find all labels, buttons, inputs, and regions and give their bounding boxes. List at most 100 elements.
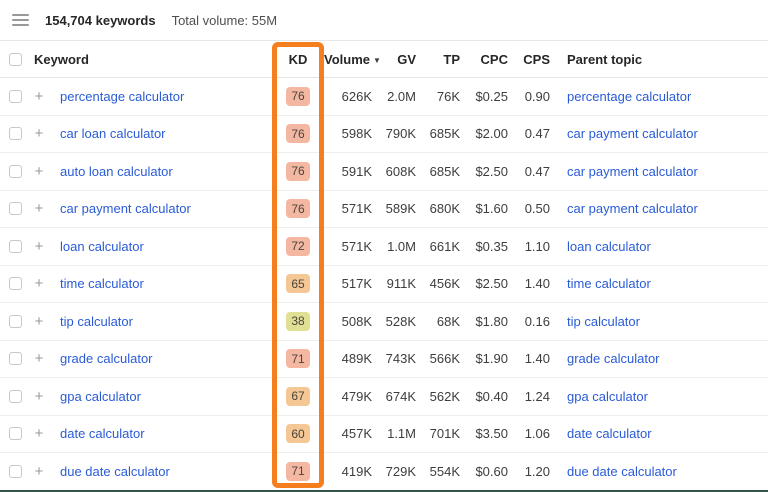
header-gv[interactable]: GV (372, 52, 416, 67)
parent-topic-link[interactable]: loan calculator (567, 239, 651, 254)
row-checkbox-cell (0, 240, 26, 253)
row-checkbox[interactable] (9, 202, 22, 215)
expand-row-button[interactable]: + (26, 463, 52, 480)
expand-row-button[interactable]: + (26, 163, 52, 180)
header-cpc[interactable]: CPC (460, 52, 508, 67)
parent-topic-link[interactable]: gpa calculator (567, 389, 648, 404)
table-header-row: Keyword KD Volume▼ GV TP CPC CPS Parent … (0, 41, 768, 78)
volume-cell: 598K (322, 126, 372, 141)
parent-topic-cell: car payment calculator (550, 201, 768, 216)
kd-badge: 60 (286, 424, 310, 443)
expand-row-button[interactable]: + (26, 388, 52, 405)
tp-cell: 456K (416, 276, 460, 291)
parent-topic-link[interactable]: grade calculator (567, 351, 660, 366)
keyword-cell: car loan calculator (52, 126, 274, 141)
plus-icon: + (35, 388, 44, 405)
tp-cell: 701K (416, 426, 460, 441)
cps-cell: 1.20 (508, 464, 550, 479)
expand-row-button[interactable]: + (26, 313, 52, 330)
plus-icon: + (35, 350, 44, 367)
header-volume[interactable]: Volume▼ (322, 52, 372, 67)
gv-cell: 528K (372, 314, 416, 329)
header-cps[interactable]: CPS (508, 52, 550, 67)
keyword-link[interactable]: gpa calculator (60, 389, 141, 404)
row-checkbox[interactable] (9, 427, 22, 440)
volume-cell: 517K (322, 276, 372, 291)
parent-topic-link[interactable]: car payment calculator (567, 201, 698, 216)
parent-topic-link[interactable]: percentage calculator (567, 89, 691, 104)
row-checkbox[interactable] (9, 165, 22, 178)
kd-badge: 76 (286, 124, 310, 143)
tp-cell: 562K (416, 389, 460, 404)
keyword-link[interactable]: car payment calculator (60, 201, 191, 216)
cpc-cell: $0.40 (460, 389, 508, 404)
expand-row-button[interactable]: + (26, 88, 52, 105)
row-checkbox[interactable] (9, 240, 22, 253)
keyword-link[interactable]: percentage calculator (60, 89, 184, 104)
volume-cell: 571K (322, 201, 372, 216)
cpc-cell: $2.50 (460, 276, 508, 291)
header-keyword[interactable]: Keyword (26, 52, 274, 67)
parent-topic-cell: car payment calculator (550, 164, 768, 179)
parent-topic-link[interactable]: due date calculator (567, 464, 677, 479)
cps-cell: 0.50 (508, 201, 550, 216)
gv-cell: 743K (372, 351, 416, 366)
kd-badge: 71 (286, 462, 310, 481)
table-row: + loan calculator 72 571K 1.0M 661K $0.3… (0, 228, 768, 266)
keyword-link[interactable]: grade calculator (60, 351, 153, 366)
kd-cell: 60 (274, 424, 322, 443)
row-checkbox[interactable] (9, 277, 22, 290)
row-checkbox[interactable] (9, 465, 22, 478)
parent-topic-link[interactable]: car payment calculator (567, 164, 698, 179)
row-checkbox[interactable] (9, 315, 22, 328)
parent-topic-link[interactable]: date calculator (567, 426, 652, 441)
parent-topic-cell: due date calculator (550, 464, 768, 479)
keyword-link[interactable]: due date calculator (60, 464, 170, 479)
menu-icon[interactable] (12, 14, 29, 26)
keyword-cell: percentage calculator (52, 89, 274, 104)
header-kd[interactable]: KD (274, 52, 322, 67)
kd-cell: 71 (274, 462, 322, 481)
kd-cell: 76 (274, 199, 322, 218)
expand-row-button[interactable]: + (26, 200, 52, 217)
row-checkbox[interactable] (9, 390, 22, 403)
expand-row-button[interactable]: + (26, 125, 52, 142)
cpc-cell: $0.25 (460, 89, 508, 104)
kd-cell: 76 (274, 87, 322, 106)
row-checkbox-cell (0, 90, 26, 103)
parent-topic-link[interactable]: car payment calculator (567, 126, 698, 141)
keyword-link[interactable]: date calculator (60, 426, 145, 441)
volume-cell: 508K (322, 314, 372, 329)
keyword-cell: loan calculator (52, 239, 274, 254)
header-tp[interactable]: TP (416, 52, 460, 67)
expand-row-button[interactable]: + (26, 238, 52, 255)
keyword-link[interactable]: car loan calculator (60, 126, 166, 141)
table-row: + car payment calculator 76 571K 589K 68… (0, 191, 768, 229)
table-row: + due date calculator 71 419K 729K 554K … (0, 453, 768, 491)
keyword-link[interactable]: loan calculator (60, 239, 144, 254)
keyword-link[interactable]: time calculator (60, 276, 144, 291)
select-all-checkbox[interactable] (9, 53, 22, 66)
gv-cell: 589K (372, 201, 416, 216)
keyword-link[interactable]: tip calculator (60, 314, 133, 329)
gv-cell: 1.0M (372, 239, 416, 254)
kd-badge: 76 (286, 162, 310, 181)
row-checkbox-cell (0, 390, 26, 403)
parent-topic-link[interactable]: tip calculator (567, 314, 640, 329)
header-parent-topic[interactable]: Parent topic (550, 52, 768, 67)
kd-badge: 38 (286, 312, 310, 331)
kd-badge: 71 (286, 349, 310, 368)
cpc-cell: $2.00 (460, 126, 508, 141)
row-checkbox[interactable] (9, 127, 22, 140)
expand-row-button[interactable]: + (26, 275, 52, 292)
expand-row-button[interactable]: + (26, 350, 52, 367)
table-row: + gpa calculator 67 479K 674K 562K $0.40… (0, 378, 768, 416)
expand-row-button[interactable]: + (26, 425, 52, 442)
keywords-count: 154,704 keywords (45, 13, 156, 28)
row-checkbox[interactable] (9, 90, 22, 103)
keyword-link[interactable]: auto loan calculator (60, 164, 173, 179)
table-row: + car loan calculator 76 598K 790K 685K … (0, 116, 768, 154)
parent-topic-link[interactable]: time calculator (567, 276, 651, 291)
row-checkbox-cell (0, 427, 26, 440)
row-checkbox[interactable] (9, 352, 22, 365)
